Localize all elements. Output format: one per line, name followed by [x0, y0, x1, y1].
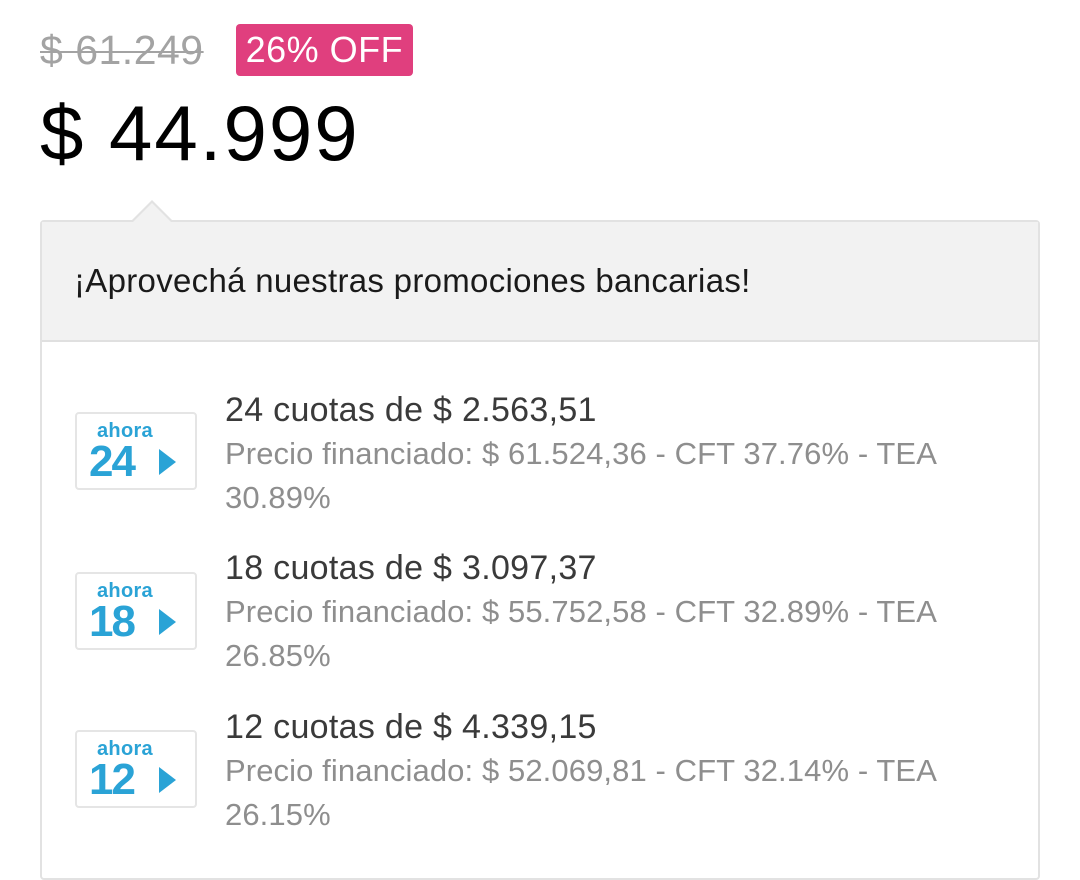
discount-badge: 26% OFF	[235, 24, 414, 76]
plan-text: 24 cuotas de $ 2.563,51 Precio financiad…	[225, 388, 1015, 520]
plan-text: 12 cuotas de $ 4.339,15 Precio financiad…	[225, 705, 1015, 837]
ahora-18-logo: ahora 18	[75, 572, 197, 650]
plan-detail: Precio financiado: $ 52.069,81 - CFT 32.…	[225, 753, 936, 832]
current-price: $ 44.999	[40, 89, 360, 177]
plan-title: 24 cuotas de $ 2.563,51	[225, 391, 597, 429]
plan-detail: Precio financiado: $ 61.524,36 - CFT 37.…	[225, 436, 936, 515]
plan-detail: Precio financiado: $ 55.752,58 - CFT 32.…	[225, 594, 936, 673]
plan-text: 18 cuotas de $ 3.097,37 Precio financiad…	[225, 546, 1015, 678]
ahora-logo-number: 12	[89, 755, 136, 804]
plan-title: 12 cuotas de $ 4.339,15	[225, 708, 597, 746]
price-block: $ 61.249 26% OFF	[40, 24, 1040, 76]
ahora-logo-number: 18	[89, 597, 136, 646]
ahora-12-logo: ahora 12	[75, 730, 197, 808]
original-price: $ 61.249	[40, 27, 204, 73]
promotions-header: ¡Aprovechá nuestras promociones bancaria…	[42, 222, 1038, 342]
ahora-24-logo: ahora 24	[75, 412, 197, 490]
bank-promotions-panel: ¡Aprovechá nuestras promociones bancaria…	[40, 200, 1040, 880]
play-arrow-icon	[159, 609, 176, 635]
plan-title: 18 cuotas de $ 3.097,37	[225, 549, 597, 587]
play-arrow-icon	[159, 767, 176, 793]
ahora-logo-number: 24	[89, 437, 136, 486]
play-arrow-icon	[159, 449, 176, 475]
original-price-row: $ 61.249 26% OFF	[40, 24, 1040, 76]
